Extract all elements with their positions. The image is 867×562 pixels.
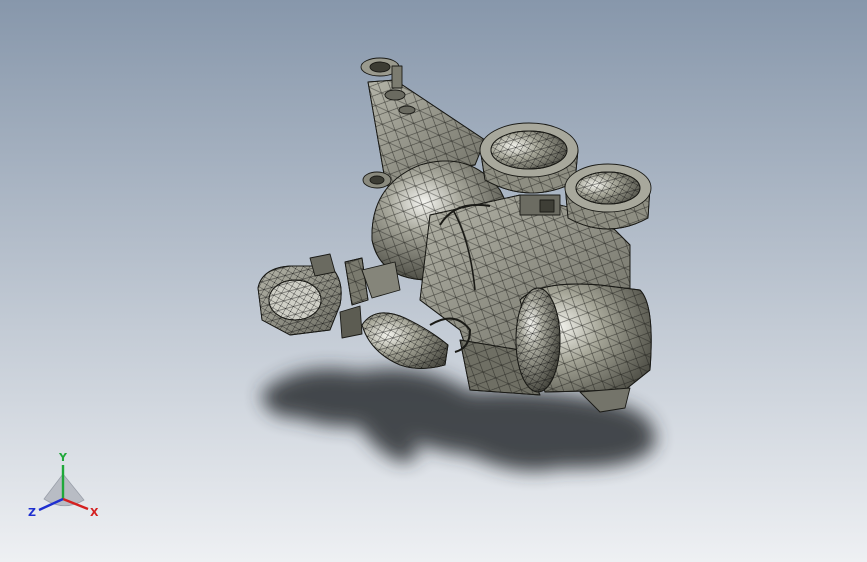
graphics-viewport[interactable]: Y X Z bbox=[0, 0, 867, 562]
triad-z-label: Z bbox=[28, 506, 36, 519]
top-cylinder-1[interactable] bbox=[479, 122, 579, 194]
triad-x-label: X bbox=[90, 506, 99, 519]
triad-y-label: Y bbox=[58, 451, 68, 464]
model-canvas[interactable]: Y X Z bbox=[0, 0, 867, 562]
top-cylinder-2[interactable] bbox=[564, 163, 652, 230]
